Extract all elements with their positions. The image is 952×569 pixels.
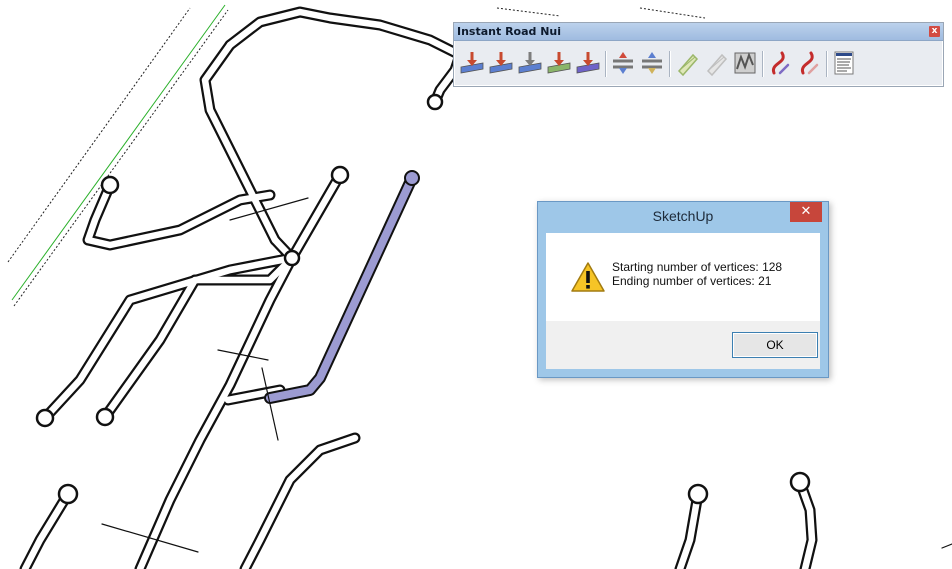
dialog-message-line-2: Ending number of vertices: 21 [612,274,772,288]
warning-icon [571,262,605,292]
toolbar-separator [605,51,607,77]
dotted-guide-top-2 [639,7,706,19]
road-edge-button[interactable] [545,49,573,77]
dotted-guide-top [496,7,561,17]
red-curve-icon [800,51,819,75]
sketchup-dialog: SketchUp ✕ Starting number of vertices: … [537,201,829,378]
pencil-path-icon [677,53,699,77]
road-down-icon [489,52,513,74]
road-up-icon [460,52,484,74]
road-up-button[interactable] [458,49,486,77]
dialog-message-line-1: Starting number of vertices: 128 [612,260,783,274]
road-edge-icon [547,52,571,74]
simplify-vertices-button[interactable] [731,49,759,77]
toolbar-title: Instant Road Nui [457,25,562,38]
toolbar-separator [826,51,828,77]
ok-button[interactable]: OK [732,332,818,358]
road-stack-up-icon [613,52,633,74]
dialog-close-button[interactable]: ✕ [790,202,822,222]
settings-list-icon [834,51,854,75]
road-stack-down-icon [642,52,662,74]
simplify-vertices-icon [734,52,756,74]
toolbar-separator [669,51,671,77]
dialog-titlebar[interactable]: SketchUp ✕ [538,202,828,232]
dotted-guide-line-2 [13,9,229,307]
toolbar-button-row [458,47,939,81]
road-stack-down-button[interactable] [638,49,666,77]
selected-road[interactable] [264,170,420,404]
road-down-button[interactable] [487,49,515,77]
road-curb-icon [576,52,600,74]
settings-list-button[interactable] [830,49,858,77]
road-stack-up-button[interactable] [609,49,637,77]
toolbar-separator [762,51,764,77]
pencil-path-button[interactable] [673,49,701,77]
green-guide-line [11,4,226,301]
toolbar-close-button[interactable]: x [929,26,940,37]
dialog-message: Starting number of vertices: 128 Ending … [612,260,782,288]
red-path-button[interactable] [766,49,794,77]
road-curb-button[interactable] [574,49,602,77]
red-curve-button[interactable] [795,49,823,77]
dialog-title: SketchUp [652,208,714,224]
road-flat-button[interactable] [516,49,544,77]
pencil-path-gray-button[interactable] [702,49,730,77]
road-flat-icon [518,52,542,74]
instant-road-toolbar: Instant Road Nui x [453,22,944,87]
pencil-path-gray-icon [706,53,728,77]
red-path-icon [771,51,790,75]
dialog-footer: OK [546,321,820,369]
dialog-body: Starting number of vertices: 128 Ending … [546,233,820,321]
toolbar-titlebar[interactable]: Instant Road Nui x [454,23,943,41]
